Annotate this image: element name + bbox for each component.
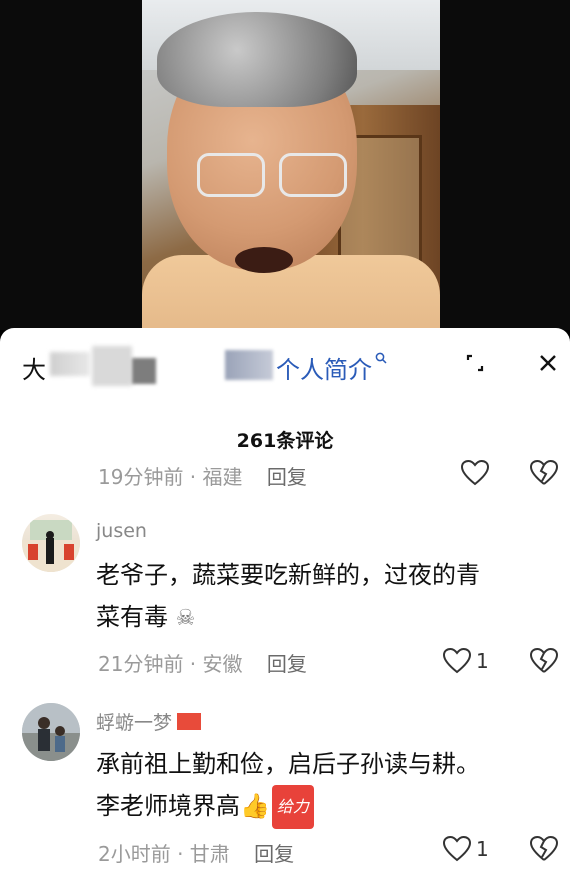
comment-username[interactable]: jusen xyxy=(96,520,147,542)
sheet-header: 大 个人简介 xyxy=(0,328,570,398)
comment-sheet: 大 个人简介 261条评论 19分钟前 · 福建 回复 jusen 老爷子，蔬菜… xyxy=(0,328,570,871)
like-heart-icon[interactable] xyxy=(460,458,490,488)
thumbs-up-icon: 👍 xyxy=(240,792,270,820)
close-icon[interactable] xyxy=(533,348,563,378)
china-flag-icon xyxy=(177,713,202,730)
like-count: 1 xyxy=(476,837,489,861)
reply-button[interactable]: 回复 xyxy=(267,652,307,676)
mouth xyxy=(235,247,293,273)
search-icon[interactable] xyxy=(375,352,387,368)
comment-text-line: 承前祖上勤和俭，启后子孙读与耕。 xyxy=(96,750,480,778)
comment-time-location: 21分钟前 · 安徽 xyxy=(98,652,243,676)
video-frame xyxy=(142,0,440,330)
glasses-right xyxy=(279,153,347,197)
person-hair xyxy=(157,12,357,107)
mosaic-blur xyxy=(225,350,273,380)
video-player[interactable] xyxy=(0,0,570,330)
like-heart-icon[interactable] xyxy=(442,834,472,864)
comment-username-text: 蜉蝣一梦 xyxy=(96,712,173,734)
author-name[interactable]: 大 xyxy=(22,350,46,385)
glasses-left xyxy=(197,153,265,197)
mosaic-blur xyxy=(50,352,90,376)
profile-link[interactable]: 个人简介 xyxy=(276,350,372,385)
mosaic-blur xyxy=(132,358,156,384)
geili-sticker: 给力 xyxy=(271,785,314,829)
skull-crossbones-icon: ☠ xyxy=(175,606,196,631)
comment-text: 承前祖上勤和俭，启后子孙读与耕。 李老师境界高👍 给力 xyxy=(96,743,480,829)
reply-button[interactable]: 回复 xyxy=(267,465,307,489)
comment-text-line: 老爷子，蔬菜要吃新鲜的，过夜的青 xyxy=(96,561,480,589)
avatar[interactable] xyxy=(22,514,80,572)
comment-count: 261条评论 xyxy=(236,430,334,452)
like-heart-icon[interactable] xyxy=(442,646,472,676)
dislike-broken-heart-icon[interactable] xyxy=(529,834,559,864)
comment-meta: 21分钟前 · 安徽 回复 xyxy=(98,648,307,677)
dislike-broken-heart-icon[interactable] xyxy=(529,458,559,488)
comment-username[interactable]: 蜉蝣一梦 xyxy=(96,708,202,735)
comment-text-line: 菜有毒 xyxy=(96,603,168,631)
comment-text-line: 李老师境界高 xyxy=(96,792,240,820)
comment-meta: 2小时前 · 甘肃 回复 xyxy=(98,838,294,867)
comment-time-location: 19分钟前 · 福建 xyxy=(98,465,243,489)
dislike-broken-heart-icon[interactable] xyxy=(529,646,559,676)
comment-meta: 19分钟前 · 福建 回复 xyxy=(98,461,307,490)
comment-time-location: 2小时前 · 甘肃 xyxy=(98,842,230,866)
avatar[interactable] xyxy=(22,703,80,761)
mosaic-blur xyxy=(92,346,132,386)
expand-icon[interactable] xyxy=(460,348,490,378)
like-count: 1 xyxy=(476,649,489,673)
comment-text: 老爷子，蔬菜要吃新鲜的，过夜的青 菜有毒 ☠ xyxy=(96,554,480,640)
reply-button[interactable]: 回复 xyxy=(254,842,294,866)
